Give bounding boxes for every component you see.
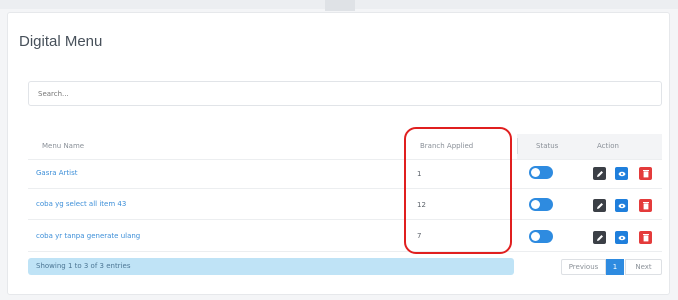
column-header-menu-name[interactable]: Menu Name — [42, 142, 84, 150]
delete-button[interactable] — [639, 199, 652, 212]
table-divider — [28, 251, 662, 252]
view-button[interactable] — [615, 199, 628, 212]
edit-button[interactable] — [593, 231, 606, 244]
status-toggle[interactable] — [529, 230, 553, 243]
pagination-page-1-button[interactable]: 1 — [606, 259, 624, 275]
edit-button[interactable] — [593, 167, 606, 180]
eye-icon — [618, 203, 625, 208]
delete-button[interactable] — [639, 167, 652, 180]
toggle-knob — [531, 168, 540, 177]
view-button[interactable] — [615, 167, 628, 180]
eye-icon — [618, 171, 625, 176]
trash-icon — [642, 234, 649, 242]
pagination-next-button[interactable]: Next — [625, 259, 662, 275]
menu-name-link[interactable]: coba yr tanpa generate ulang — [36, 232, 140, 240]
trash-icon — [642, 170, 649, 178]
table-divider — [28, 159, 662, 160]
status-toggle[interactable] — [529, 166, 553, 179]
column-separator — [517, 138, 518, 154]
edit-button[interactable] — [593, 199, 606, 212]
table-divider — [28, 188, 662, 189]
table-info: Showing 1 to 3 of 3 entries — [28, 258, 514, 275]
search-input[interactable] — [28, 81, 662, 106]
column-header-status[interactable]: Status — [536, 142, 558, 150]
pencil-icon — [596, 202, 603, 209]
column-header-action: Action — [597, 142, 619, 150]
delete-button[interactable] — [639, 231, 652, 244]
page-title: Digital Menu — [19, 33, 103, 50]
pagination-previous-button[interactable]: Previous — [561, 259, 606, 275]
annotation-highlight — [404, 127, 512, 254]
menu-name-link[interactable]: coba yg select all item 43 — [36, 200, 126, 208]
view-button[interactable] — [615, 231, 628, 244]
menu-name-link[interactable]: Gasra Artist — [36, 169, 78, 177]
top-bar-tab — [325, 0, 355, 11]
pencil-icon — [596, 234, 603, 241]
toggle-knob — [531, 232, 540, 241]
table-divider — [28, 219, 662, 220]
toggle-knob — [531, 200, 540, 209]
eye-icon — [618, 235, 625, 240]
status-toggle[interactable] — [529, 198, 553, 211]
pencil-icon — [596, 170, 603, 177]
trash-icon — [642, 202, 649, 210]
